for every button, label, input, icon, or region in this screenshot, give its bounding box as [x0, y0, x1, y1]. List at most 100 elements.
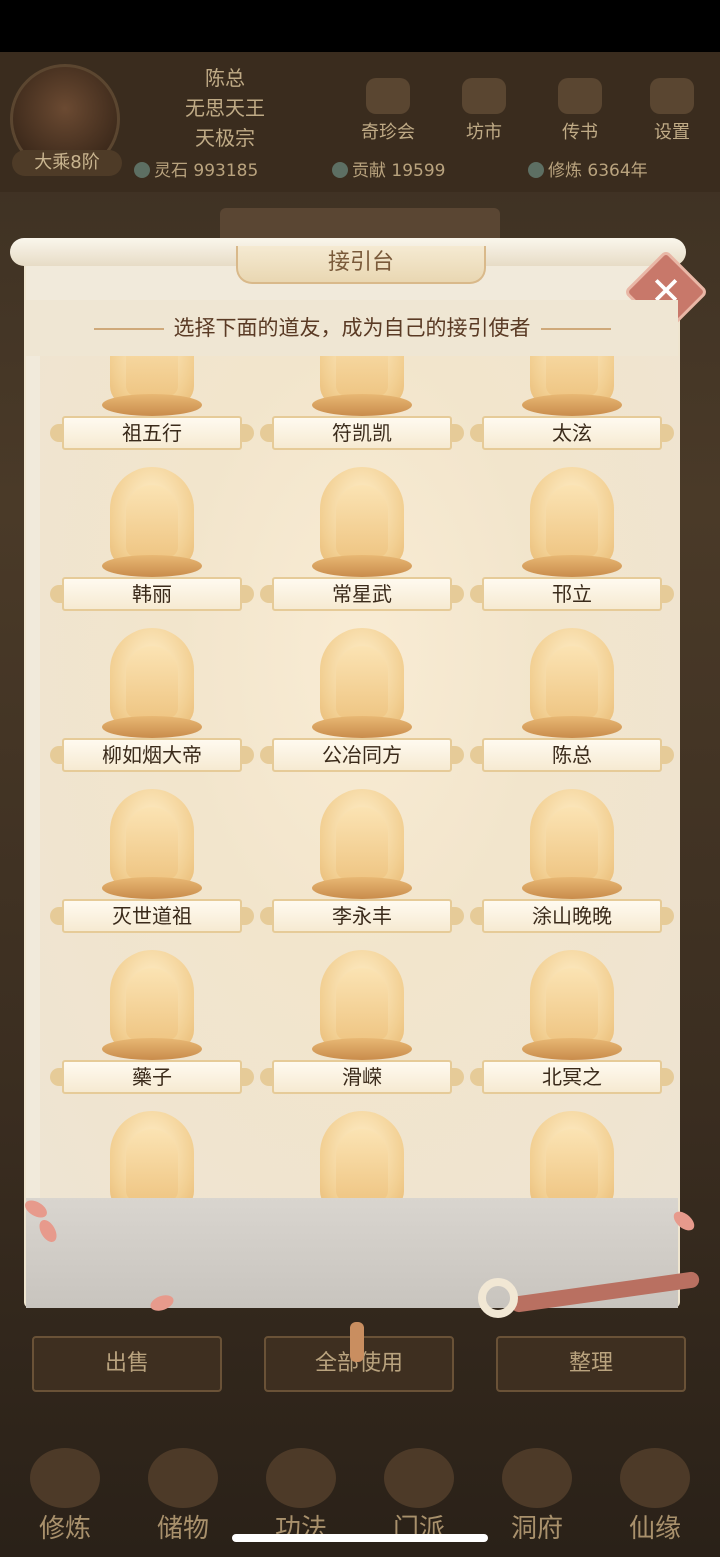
envoy-name[interactable]: 柳如烟大帝 [50, 738, 254, 772]
envoy-card[interactable] [272, 1111, 452, 1198]
envoy-card[interactable]: 符凯凯 [260, 356, 464, 466]
envoy-name[interactable]: 公冶同方 [260, 738, 464, 772]
statue-body [126, 485, 178, 557]
modal-subtitle: 选择下面的道友，成为自己的接引使者 [26, 300, 678, 356]
envoy-name[interactable]: 太泫 [470, 416, 674, 450]
bottom-nav-cultivate[interactable]: 修炼 [10, 1448, 120, 1545]
nav-label: 奇珍会 [361, 122, 415, 143]
envoy-card[interactable]: 公冶同方 [260, 628, 464, 788]
envoy-name[interactable]: 邗立 [470, 577, 674, 611]
nav-market[interactable]: 坊市 [444, 78, 524, 144]
envoy-card[interactable]: 李永丰 [260, 789, 464, 949]
envoy-name[interactable]: 符凯凯 [260, 416, 464, 450]
nav-label: 传书 [562, 122, 598, 143]
ornament-right [540, 328, 611, 330]
envoy-name[interactable]: 祖五行 [50, 416, 254, 450]
resource-spirit-stone: 灵石 993185 [134, 156, 258, 181]
rank-badge: 大乘8阶 [12, 150, 122, 176]
buddha-statue-icon [522, 1111, 622, 1198]
ornament-left [93, 328, 164, 330]
contribution-icon [332, 162, 348, 178]
bottom-nav-fate[interactable]: 仙缘 [600, 1448, 710, 1545]
statue-lotus-base [312, 555, 412, 577]
buddha-statue-icon [522, 789, 622, 899]
statue-body [126, 646, 178, 718]
envoy-card[interactable]: 常星武 [260, 467, 464, 627]
bottom-nav-label: 储物 [156, 1514, 209, 1544]
envoy-card[interactable]: 灭世道祖 [50, 789, 254, 949]
statue-lotus-base [102, 716, 202, 738]
envoy-name[interactable]: 陈总 [470, 738, 674, 772]
spirit-stone-icon [134, 162, 150, 178]
statue-body [336, 1129, 388, 1198]
statue-body [126, 807, 178, 879]
statue-lotus-base [522, 1038, 622, 1060]
statue-body [336, 646, 388, 718]
bottom-nav-techniques[interactable]: 功法 [246, 1448, 356, 1545]
envoy-card[interactable]: 陈总 [470, 628, 674, 788]
cultivation-icon [528, 162, 544, 178]
buddha-statue-icon [102, 950, 202, 1060]
statue-body [126, 1129, 178, 1198]
resource-cultivation: 修炼 6364年 [528, 156, 648, 181]
envoy-card[interactable]: 北冥之 [470, 950, 674, 1110]
envoy-name[interactable]: 常星武 [260, 577, 464, 611]
nav-letter[interactable]: 传书 [540, 78, 620, 144]
buddha-statue-icon [312, 467, 412, 577]
statue-lotus-base [102, 1038, 202, 1060]
envoy-card[interactable]: 涂山晚晚 [470, 789, 674, 949]
envoy-name[interactable]: 灭世道祖 [50, 899, 254, 933]
envoy-card[interactable]: 韩丽 [50, 467, 254, 627]
envoy-card[interactable]: 邗立 [470, 467, 674, 627]
statue-body [546, 356, 598, 396]
buddha-statue-icon [312, 950, 412, 1060]
statue-lotus-base [312, 716, 412, 738]
envoy-card[interactable]: 藥子 [50, 950, 254, 1110]
bottom-nav-sect[interactable]: 门派 [364, 1448, 474, 1545]
statue-body [126, 968, 178, 1040]
modal-title: 接引台 [236, 246, 486, 284]
buddha-statue-icon [522, 356, 622, 416]
sell-button[interactable]: 出售 [32, 1336, 222, 1392]
statue-lotus-base [312, 394, 412, 416]
statue-lotus-base [102, 555, 202, 577]
statue-lotus-base [522, 716, 622, 738]
player-name: 陈总 [205, 66, 245, 90]
envoy-grid[interactable]: 祖五行 符凯凯 太泫韩丽 常星武 邗立柳如烟大帝 公冶同方 陈总灭世道祖 李永丰 涂山晚晚藥子滑… [40, 356, 680, 1198]
resource-label: 修炼 6364年 [548, 161, 648, 181]
bottom-nav-storage[interactable]: 储物 [128, 1448, 238, 1545]
statue-lotus-base [522, 555, 622, 577]
statue-lotus-base [102, 394, 202, 416]
statue-lotus-base [312, 1038, 412, 1060]
buddha-statue-icon [102, 628, 202, 738]
envoy-name[interactable]: 涂山晚晚 [470, 899, 674, 933]
envoy-card[interactable]: 柳如烟大帝 [50, 628, 254, 788]
statue-body [546, 646, 598, 718]
statue-body [126, 356, 178, 396]
statue-body [546, 968, 598, 1040]
cave-icon [502, 1448, 572, 1508]
gear-icon [650, 78, 694, 114]
envoy-card[interactable] [62, 1111, 242, 1198]
nav-settings[interactable]: 设置 [632, 78, 712, 144]
organize-button[interactable]: 整理 [496, 1336, 686, 1392]
envoy-card[interactable] [482, 1111, 662, 1198]
buddha-statue-icon [312, 1111, 412, 1198]
envoy-name[interactable]: 滑嵘 [260, 1060, 464, 1094]
bottom-nav-cave[interactable]: 洞府 [482, 1448, 592, 1545]
envoy-name[interactable]: 藥子 [50, 1060, 254, 1094]
envoy-name[interactable]: 李永丰 [260, 899, 464, 933]
bottom-nav-label: 修炼 [38, 1514, 91, 1544]
envoy-name[interactable]: 北冥之 [470, 1060, 674, 1094]
storage-icon [148, 1448, 218, 1508]
techniques-icon [266, 1448, 336, 1508]
envoy-card[interactable]: 太泫 [470, 356, 674, 466]
envoy-card[interactable]: 祖五行 [50, 356, 254, 466]
home-indicator[interactable] [232, 1534, 488, 1542]
buddha-statue-icon [102, 789, 202, 899]
buddha-statue-icon [522, 628, 622, 738]
envoy-name[interactable]: 韩丽 [50, 577, 254, 611]
envoy-card[interactable]: 滑嵘 [260, 950, 464, 1110]
bottom-nav-label: 洞府 [510, 1514, 563, 1544]
nav-treasure-pavilion[interactable]: 奇珍会 [348, 78, 428, 144]
